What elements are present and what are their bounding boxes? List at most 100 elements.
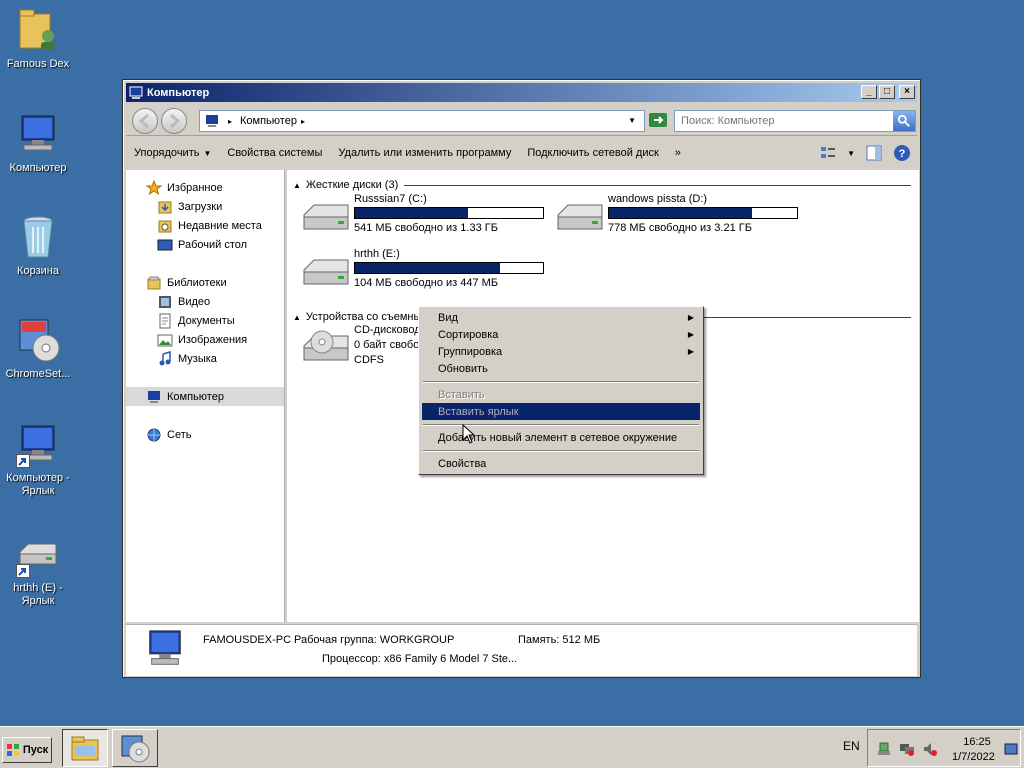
drive-item-c[interactable]: Russsian7 (C:) 541 МБ свободно из 1.33 Г… [302, 193, 552, 243]
drive-item-d[interactable]: wandows pissta (D:) 778 МБ свободно из 3… [556, 193, 806, 243]
search-button[interactable] [893, 111, 915, 131]
taskbar-media-player[interactable] [112, 729, 158, 767]
more-commands-button[interactable]: » [667, 147, 689, 159]
recycle-bin-icon [14, 213, 62, 261]
menu-label: Сортировка [438, 328, 499, 341]
start-button[interactable]: Пуск [2, 737, 52, 763]
uninstall-program-button[interactable]: Удалить или изменить программу [330, 147, 519, 159]
nav-libraries[interactable]: Библиотеки [126, 273, 284, 292]
search-box[interactable] [674, 110, 916, 132]
clock-time[interactable]: 16:25 [962, 736, 992, 748]
submenu-arrow-icon: ▶ [687, 330, 694, 339]
nav-label: Библиотеки [167, 276, 227, 289]
computer-name: FAMOUSDEX-PC [203, 634, 292, 646]
desktop-icon-computer[interactable]: Компьютер [0, 110, 76, 175]
drive-usage-fill [609, 208, 752, 218]
maximize-button[interactable]: □ [879, 85, 895, 99]
forward-button[interactable] [161, 108, 187, 134]
taskbar-explorer[interactable] [62, 729, 108, 767]
view-dropdown-icon[interactable]: ▼ [847, 149, 855, 158]
menu-separator [423, 381, 699, 383]
hard-drive-icon [302, 197, 350, 237]
collapse-triangle-icon[interactable]: ▲ [293, 313, 301, 322]
refresh-button[interactable] [648, 110, 668, 132]
desktop-icon-recycle-bin[interactable]: Корзина [0, 213, 76, 278]
nav-label: Видео [178, 295, 211, 308]
menu-item-properties[interactable]: Свойства [422, 455, 700, 472]
help-icon[interactable]: ? [893, 144, 911, 162]
clock-date[interactable]: 1/7/2022 [952, 751, 995, 763]
search-input[interactable] [675, 115, 891, 127]
video-icon [157, 294, 173, 310]
back-button[interactable] [132, 108, 158, 134]
group-header-hdd[interactable]: ▲ Жесткие диски (3) [293, 178, 911, 192]
nav-music[interactable]: Музыка [126, 349, 284, 368]
show-desktop-icon[interactable] [1004, 743, 1018, 755]
computer-icon [128, 85, 144, 101]
nav-favorites[interactable]: Избранное [126, 178, 284, 197]
menu-separator [423, 450, 699, 452]
minimize-button[interactable]: _ [861, 85, 877, 99]
computer-icon [146, 389, 162, 405]
computer-icon [142, 629, 188, 671]
address-row: ▸ Компьютер ▸ ▼ [126, 104, 917, 136]
nav-network[interactable]: Сеть [126, 425, 284, 444]
safely-remove-hardware-icon[interactable] [876, 741, 892, 757]
address-dropdown-icon[interactable]: ▼ [628, 116, 636, 125]
menu-item-refresh[interactable]: Обновить [422, 360, 700, 377]
nav-downloads[interactable]: Загрузки [126, 197, 284, 216]
nav-documents[interactable]: Документы [126, 311, 284, 330]
windows-logo-icon [6, 744, 19, 756]
menu-item-sort[interactable]: Сортировка ▶ [422, 326, 700, 343]
shortcut-arrow-icon [16, 564, 30, 578]
map-network-drive-button[interactable]: Подключить сетевой диск [519, 147, 666, 159]
nav-desktop[interactable]: Рабочий стол [126, 235, 284, 254]
menu-label: Вставить ярлык [438, 405, 519, 418]
title-bar[interactable]: Компьютер _ □ × [126, 83, 917, 102]
desktop-icon-chromesetup[interactable]: ChromeSet... [0, 316, 76, 381]
hard-drive-icon [302, 252, 350, 292]
network-icon [146, 427, 162, 443]
nav-label: Сеть [167, 428, 192, 441]
nav-label: Компьютер [167, 390, 224, 403]
nav-label: Рабочий стол [178, 238, 248, 251]
menu-label: Группировка [438, 345, 503, 358]
organize-button[interactable]: Упорядочить ▼ [126, 147, 219, 159]
drive-free-space: 778 МБ свободно из 3.21 ГБ [608, 222, 752, 234]
nav-label: Документы [178, 314, 235, 327]
desktop-icon-label-line2: Ярлык [21, 595, 55, 607]
cd-drive-fs: CDFS [354, 354, 384, 366]
desktop-icon-computer-shortcut[interactable]: Компьютер - Ярлык [0, 420, 76, 498]
volume-muted-icon[interactable] [922, 741, 938, 757]
group-title: Устройства со съемны [305, 311, 422, 323]
nav-video[interactable]: Видео [126, 292, 284, 311]
drive-usage-fill [355, 208, 468, 218]
menu-item-paste-shortcut[interactable]: Вставить ярлык [422, 403, 700, 420]
desktop-icon-famous-dex[interactable]: Famous Dex [0, 6, 76, 71]
desktop-icon-drive-shortcut[interactable]: hrthh (E) - Ярлык [0, 530, 76, 608]
navigation-pane: Избранное Загрузки Недавние места Рабочи… [126, 170, 285, 622]
breadcrumb-arrow-icon[interactable]: ▸ [228, 117, 232, 126]
drive-free-space: 541 МБ свободно из 1.33 ГБ [354, 222, 498, 234]
close-button[interactable]: × [899, 85, 915, 99]
address-bar[interactable]: ▸ Компьютер ▸ ▼ [199, 110, 645, 132]
collapse-triangle-icon[interactable]: ▲ [293, 181, 301, 190]
menu-label: Вставить [438, 388, 485, 401]
language-indicator[interactable]: EN [843, 739, 860, 753]
breadcrumb-arrow-icon[interactable]: ▸ [301, 117, 305, 126]
nav-label: Недавние места [178, 219, 262, 232]
network-status-icon[interactable] [899, 741, 915, 757]
view-options-icon[interactable] [819, 144, 837, 162]
nav-recent-places[interactable]: Недавние места [126, 216, 284, 235]
preview-pane-icon[interactable] [865, 144, 883, 162]
nav-pictures[interactable]: Изображения [126, 330, 284, 349]
menu-item-view[interactable]: Вид ▶ [422, 309, 700, 326]
libraries-icon [146, 275, 162, 291]
breadcrumb-computer[interactable]: Компьютер [240, 115, 297, 127]
nav-computer[interactable]: Компьютер [126, 387, 284, 406]
menu-item-paste[interactable]: Вставить [422, 386, 700, 403]
menu-item-group[interactable]: Группировка ▶ [422, 343, 700, 360]
taskbar: Пуск EN 16:25 1/7/2022 [0, 726, 1024, 768]
system-properties-button[interactable]: Свойства системы [219, 147, 330, 159]
drive-item-e[interactable]: hrthh (E:) 104 МБ свободно из 447 МБ [302, 248, 552, 298]
